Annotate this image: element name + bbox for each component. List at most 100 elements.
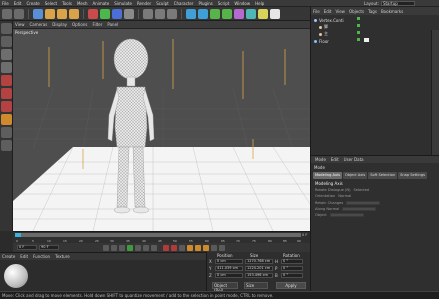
previous-frame-icon[interactable] xyxy=(119,244,125,251)
property-slider[interactable] xyxy=(329,213,364,217)
pen-icon[interactable] xyxy=(198,8,208,19)
menu-create[interactable]: Create xyxy=(26,1,39,6)
menu-render[interactable]: Render xyxy=(137,1,151,6)
size-mode-select[interactable]: Size xyxy=(244,282,268,289)
z-axis-icon[interactable] xyxy=(112,8,122,19)
position-y-field[interactable]: 411.039 cm xyxy=(215,266,243,271)
camera-icon[interactable] xyxy=(258,8,268,19)
model-mode-icon[interactable] xyxy=(1,36,12,47)
menu-sculpt[interactable]: Sculpt xyxy=(156,1,169,6)
attr-menu-edit[interactable]: Edit xyxy=(331,157,339,162)
attr-menu-user-data[interactable]: User Data xyxy=(344,157,364,162)
material-menu-create[interactable]: Create xyxy=(2,254,15,259)
viewport-menu-cameras[interactable]: Cameras xyxy=(30,22,48,27)
render-settings-icon[interactable] xyxy=(167,8,177,19)
menu-window[interactable]: Window xyxy=(234,1,250,6)
menu-plugins[interactable]: Plugins xyxy=(198,1,212,6)
snap-icon[interactable] xyxy=(1,127,12,138)
menu-tools[interactable]: Tools xyxy=(62,1,72,6)
rotation-p-field[interactable]: 0 ° xyxy=(281,266,303,271)
workplane-icon[interactable] xyxy=(1,62,12,73)
viewport-menu-view[interactable]: View xyxy=(15,22,25,27)
tab-soft-selection[interactable]: Soft Selection xyxy=(368,172,398,179)
viewport-menu-panel[interactable]: Panel xyxy=(107,22,118,27)
autokey-icon[interactable] xyxy=(171,244,177,251)
layout-selector[interactable]: Layout: Startup xyxy=(364,1,415,6)
tab-snap-settings[interactable]: Snap Settings xyxy=(398,172,427,179)
points-mode-icon[interactable] xyxy=(1,75,12,86)
rotation-h-field[interactable]: 0 ° xyxy=(281,259,303,264)
array-icon[interactable] xyxy=(222,8,232,19)
om-menu-tags[interactable]: Tags xyxy=(368,9,377,14)
undo-icon[interactable] xyxy=(2,8,12,19)
position-x-field[interactable]: 0 cm xyxy=(215,259,243,264)
material-swatch[interactable] xyxy=(4,264,28,288)
end-frame-field[interactable]: 90 F xyxy=(39,245,59,250)
timeline-window-icon[interactable] xyxy=(219,244,225,251)
tab-object-axis[interactable]: Object Axis xyxy=(342,172,368,179)
object-row[interactable]: 主 xyxy=(319,31,328,37)
render-picture-viewer-icon[interactable] xyxy=(155,8,165,19)
size-z-field[interactable]: 153.496 cm xyxy=(245,273,273,278)
visibility-dot[interactable] xyxy=(357,38,360,41)
render-view-icon[interactable] xyxy=(143,8,153,19)
next-key-icon[interactable] xyxy=(143,244,149,251)
key-parameter-icon[interactable] xyxy=(211,244,217,251)
visibility-dot[interactable] xyxy=(357,24,360,27)
key-scale-icon[interactable] xyxy=(195,244,201,251)
make-editable-icon[interactable] xyxy=(1,23,12,34)
viewport-menu-display[interactable]: Display xyxy=(52,22,67,27)
axis-mode-icon[interactable] xyxy=(1,114,12,125)
light-icon[interactable] xyxy=(270,8,280,19)
menu-select[interactable]: Select xyxy=(45,1,57,6)
material-tag-icon[interactable] xyxy=(364,38,369,42)
world-icon[interactable] xyxy=(124,8,134,19)
object-row[interactable]: 脚 xyxy=(319,24,328,30)
property-slider[interactable] xyxy=(346,201,381,205)
go-to-start-icon[interactable] xyxy=(103,244,109,251)
om-menu-view[interactable]: View xyxy=(335,9,345,14)
start-frame-field[interactable]: 0 F xyxy=(17,245,37,250)
cube-icon[interactable] xyxy=(186,8,196,19)
edges-mode-icon[interactable] xyxy=(1,88,12,99)
position-z-field[interactable]: 0 cm xyxy=(215,273,243,278)
menu-character[interactable]: Character xyxy=(174,1,194,6)
apply-button[interactable]: Apply xyxy=(276,282,306,289)
menu-edit[interactable]: Edit xyxy=(14,1,22,6)
menu-mesh[interactable]: Mesh xyxy=(77,1,88,6)
object-row[interactable]: Floor xyxy=(314,38,329,44)
go-to-end-icon[interactable] xyxy=(151,244,157,251)
x-axis-icon[interactable] xyxy=(88,8,98,19)
keyframe-selection-icon[interactable] xyxy=(179,244,185,251)
property-value[interactable]: Normal xyxy=(338,194,351,198)
om-menu-objects[interactable]: Objects xyxy=(349,9,364,14)
visibility-dot[interactable] xyxy=(357,17,360,20)
play-icon[interactable] xyxy=(127,244,133,251)
key-position-icon[interactable] xyxy=(187,244,193,251)
tab-modeling-axis[interactable]: Modeling Axis xyxy=(313,172,342,179)
property-slider[interactable] xyxy=(342,207,377,211)
menu-animate[interactable]: Animate xyxy=(92,1,109,6)
property-value[interactable]: Selected xyxy=(353,188,369,192)
menu-simulate[interactable]: Simulate xyxy=(114,1,132,6)
viewport-menu-filter[interactable]: Filter xyxy=(92,22,102,27)
timeline-ruler[interactable]: 0 5 10 15 20 25 30 35 40 45 50 55 60 65 … xyxy=(13,231,310,243)
layout-value[interactable]: Startup xyxy=(380,1,415,6)
coordinate-mode-select[interactable]: Object (Rel) xyxy=(212,282,238,293)
floor-icon[interactable] xyxy=(246,8,256,19)
y-axis-icon[interactable] xyxy=(100,8,110,19)
move-icon[interactable] xyxy=(45,8,55,19)
size-x-field[interactable]: 1270.768 cm xyxy=(245,259,273,264)
polygons-mode-icon[interactable] xyxy=(1,101,12,112)
next-frame-icon[interactable] xyxy=(135,244,141,251)
deformer-icon[interactable] xyxy=(234,8,244,19)
previous-key-icon[interactable] xyxy=(111,244,117,251)
select-icon[interactable] xyxy=(33,8,43,19)
lock-icon[interactable] xyxy=(1,140,12,151)
record-icon[interactable] xyxy=(163,244,169,251)
menu-help[interactable]: Help xyxy=(255,1,264,6)
object-row[interactable]: Vertex.Conti xyxy=(314,17,344,23)
key-rotation-icon[interactable] xyxy=(203,244,209,251)
timeline-playhead[interactable] xyxy=(15,233,21,237)
texture-mode-icon[interactable] xyxy=(1,49,12,60)
